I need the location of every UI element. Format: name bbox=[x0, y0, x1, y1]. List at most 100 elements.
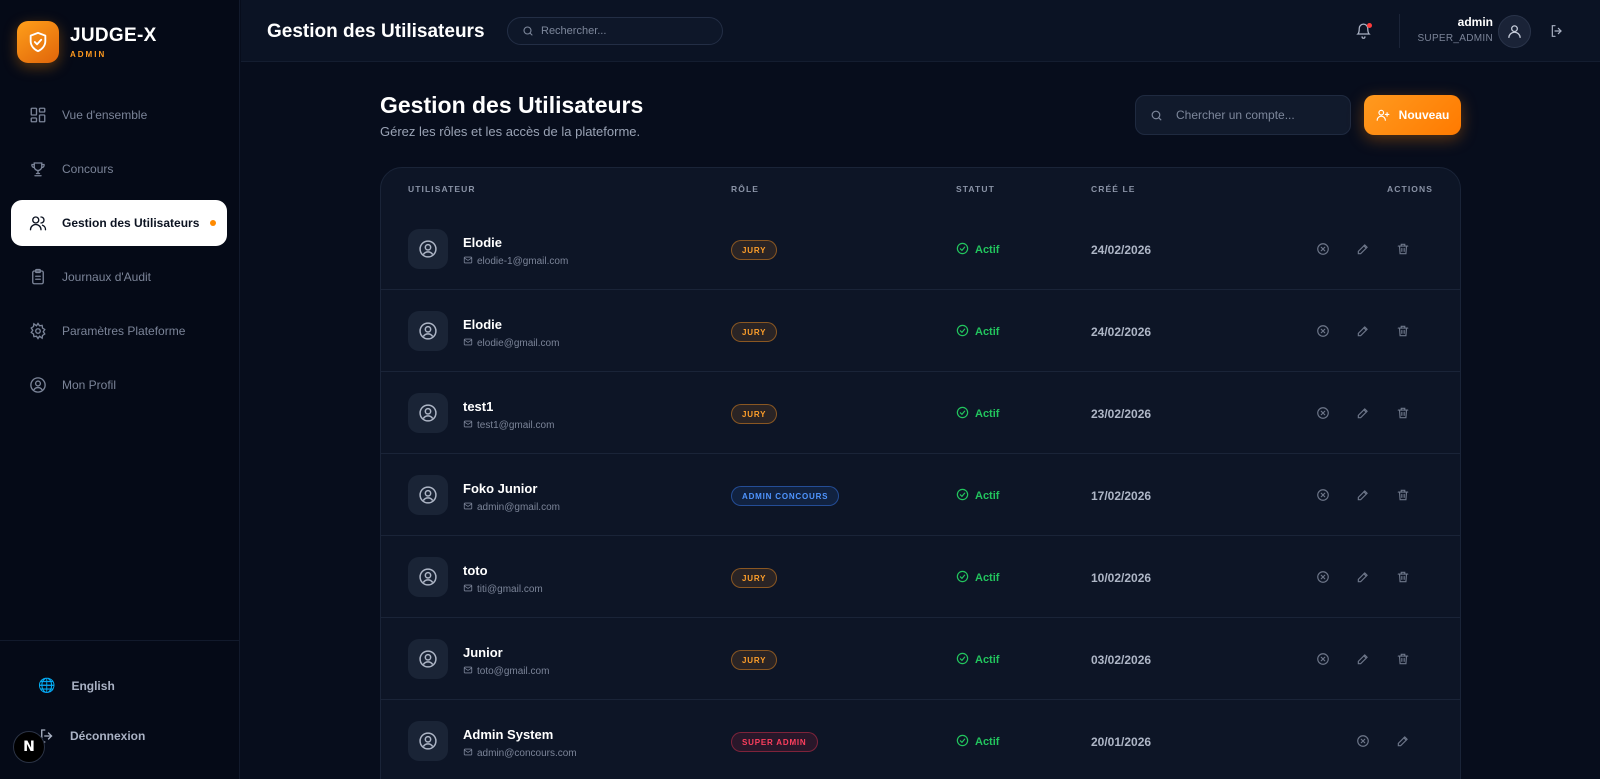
deactivate-icon[interactable] bbox=[1315, 569, 1331, 585]
check-circle-icon bbox=[956, 488, 975, 504]
user-email: toto@gmail.com bbox=[463, 665, 549, 678]
account-search-input[interactable]: Chercher un compte... bbox=[1135, 95, 1351, 135]
user-name: admin bbox=[1457, 15, 1493, 29]
new-user-label: Nouveau bbox=[1398, 108, 1450, 122]
global-search-input[interactable]: Rechercher... bbox=[507, 17, 723, 45]
status-badge: Actif bbox=[956, 488, 999, 504]
mail-icon bbox=[463, 665, 477, 678]
deactivate-icon[interactable] bbox=[1355, 733, 1371, 749]
delete-icon[interactable] bbox=[1395, 569, 1411, 585]
brand-name: JUDGE-X bbox=[70, 24, 157, 46]
mail-icon bbox=[463, 501, 477, 514]
account-search-placeholder: Chercher un compte... bbox=[1176, 108, 1295, 122]
notification-dot bbox=[1367, 23, 1372, 28]
table-row[interactable]: Admin System admin@concours.com SUPER ADMI… bbox=[381, 700, 1460, 779]
sidebar-item-my-profile[interactable]: Mon Profil bbox=[11, 362, 227, 408]
check-circle-icon bbox=[956, 324, 975, 340]
status-badge: Actif bbox=[956, 324, 999, 340]
search-icon bbox=[1151, 110, 1162, 120]
logout-button[interactable]: Déconnexion bbox=[38, 727, 145, 745]
user-circle-icon bbox=[28, 375, 48, 395]
language-label: English bbox=[71, 678, 115, 693]
user-avatar-icon bbox=[408, 475, 448, 515]
user-avatar-icon bbox=[408, 721, 448, 761]
sidebar-item-contests[interactable]: Concours bbox=[11, 146, 227, 192]
user-email-text: toto@gmail.com bbox=[477, 666, 550, 677]
user-avatar-icon bbox=[408, 229, 448, 269]
user-name: test1 bbox=[463, 399, 494, 414]
created-date: 24/02/2026 bbox=[1091, 243, 1152, 257]
brand-subtitle: ADMIN bbox=[70, 49, 107, 59]
table-row[interactable]: test1 test1@gmail.com JURY Actif 23/02/2026 bbox=[381, 372, 1460, 454]
deactivate-icon[interactable] bbox=[1315, 241, 1331, 257]
column-header-actions: ACTIONS bbox=[1387, 184, 1433, 194]
language-switcher[interactable]: 🌐 English bbox=[38, 677, 115, 694]
user-name: Admin System bbox=[463, 727, 554, 742]
user-email: test1@gmail.com bbox=[463, 419, 554, 432]
user-info: admin SUPER_ADMIN bbox=[1417, 15, 1493, 44]
sidebar-item-overview[interactable]: Vue d'ensemble bbox=[11, 92, 227, 138]
check-circle-icon bbox=[956, 652, 975, 668]
table-row[interactable]: Elodie elodie-1@gmail.com JURY Actif 24/02/2… bbox=[381, 208, 1460, 290]
status-text: Actif bbox=[975, 326, 1000, 338]
delete-icon[interactable] bbox=[1395, 323, 1411, 339]
edit-icon[interactable] bbox=[1355, 241, 1371, 257]
deactivate-icon[interactable] bbox=[1315, 487, 1331, 503]
table-row[interactable]: Junior toto@gmail.com JURY Actif 03/02/2026 bbox=[381, 618, 1460, 700]
deactivate-icon[interactable] bbox=[1315, 323, 1331, 339]
deactivate-icon[interactable] bbox=[1315, 405, 1331, 421]
delete-icon[interactable] bbox=[1395, 651, 1411, 667]
user-name: toto bbox=[463, 563, 488, 578]
mail-icon bbox=[463, 419, 477, 432]
delete-icon[interactable] bbox=[1395, 487, 1411, 503]
user-email: elodie-1@gmail.com bbox=[463, 255, 568, 268]
brand[interactable]: JUDGE-X ADMIN bbox=[17, 21, 157, 63]
edit-icon[interactable] bbox=[1355, 323, 1371, 339]
edit-icon[interactable] bbox=[1355, 487, 1371, 503]
status-badge: Actif bbox=[956, 570, 999, 586]
mail-icon bbox=[463, 583, 477, 596]
deactivate-icon[interactable] bbox=[1315, 651, 1331, 667]
table-row[interactable]: toto titi@gmail.com JURY Actif 10/02/2026 bbox=[381, 536, 1460, 618]
top-bar-title: Gestion des Utilisateurs bbox=[267, 21, 485, 42]
sidebar-item-platform-settings[interactable]: Paramètres Plateforme bbox=[11, 308, 227, 354]
edit-icon[interactable] bbox=[1395, 733, 1411, 749]
user-email: elodie@gmail.com bbox=[463, 337, 559, 350]
user-role: SUPER_ADMIN bbox=[1417, 33, 1493, 44]
status-badge: Actif bbox=[956, 406, 999, 422]
table-row[interactable]: Elodie elodie@gmail.com JURY Actif 24/02/202… bbox=[381, 290, 1460, 372]
sidebar-item-users[interactable]: Gestion des Utilisateurs bbox=[11, 200, 227, 246]
status-text: Actif bbox=[975, 736, 1000, 748]
role-badge: JURY bbox=[731, 650, 778, 670]
created-date: 03/02/2026 bbox=[1091, 653, 1152, 667]
page-subtitle: Gérez les rôles et les accès de la plate… bbox=[380, 124, 641, 139]
user-email-text: elodie@gmail.com bbox=[477, 338, 560, 349]
user-name: Foko Junior bbox=[463, 481, 538, 496]
sidebar: JUDGE-X ADMIN Vue d'ensemble Concours Ge… bbox=[0, 0, 240, 779]
avatar[interactable] bbox=[1498, 15, 1531, 48]
check-circle-icon bbox=[956, 242, 975, 258]
sidebar-item-label: Concours bbox=[62, 162, 114, 176]
active-indicator-dot bbox=[210, 220, 216, 226]
sign-out-icon[interactable] bbox=[1549, 23, 1565, 39]
delete-icon[interactable] bbox=[1395, 405, 1411, 421]
user-email-text: elodie-1@gmail.com bbox=[477, 256, 569, 267]
check-circle-icon bbox=[956, 570, 975, 586]
edit-icon[interactable] bbox=[1355, 651, 1371, 667]
user-email: admin@gmail.com bbox=[463, 501, 560, 514]
dev-tools-badge[interactable]: N bbox=[13, 731, 45, 763]
edit-icon[interactable] bbox=[1355, 569, 1371, 585]
table-row[interactable]: Foko Junior admin@gmail.com ADMIN CONCOURS… bbox=[381, 454, 1460, 536]
global-search-placeholder: Rechercher... bbox=[541, 25, 607, 37]
user-name: Junior bbox=[463, 645, 503, 660]
sidebar-item-label: Gestion des Utilisateurs bbox=[62, 216, 200, 230]
column-header-role: RÔLE bbox=[731, 184, 760, 194]
delete-icon[interactable] bbox=[1395, 241, 1411, 257]
sidebar-item-audit-logs[interactable]: Journaux d'Audit bbox=[11, 254, 227, 300]
new-user-button[interactable]: Nouveau bbox=[1364, 95, 1461, 135]
users-icon bbox=[28, 213, 48, 233]
user-avatar-icon bbox=[408, 393, 448, 433]
logout-label: Déconnexion bbox=[70, 729, 146, 743]
role-badge: SUPER ADMIN bbox=[731, 732, 818, 752]
edit-icon[interactable] bbox=[1355, 405, 1371, 421]
